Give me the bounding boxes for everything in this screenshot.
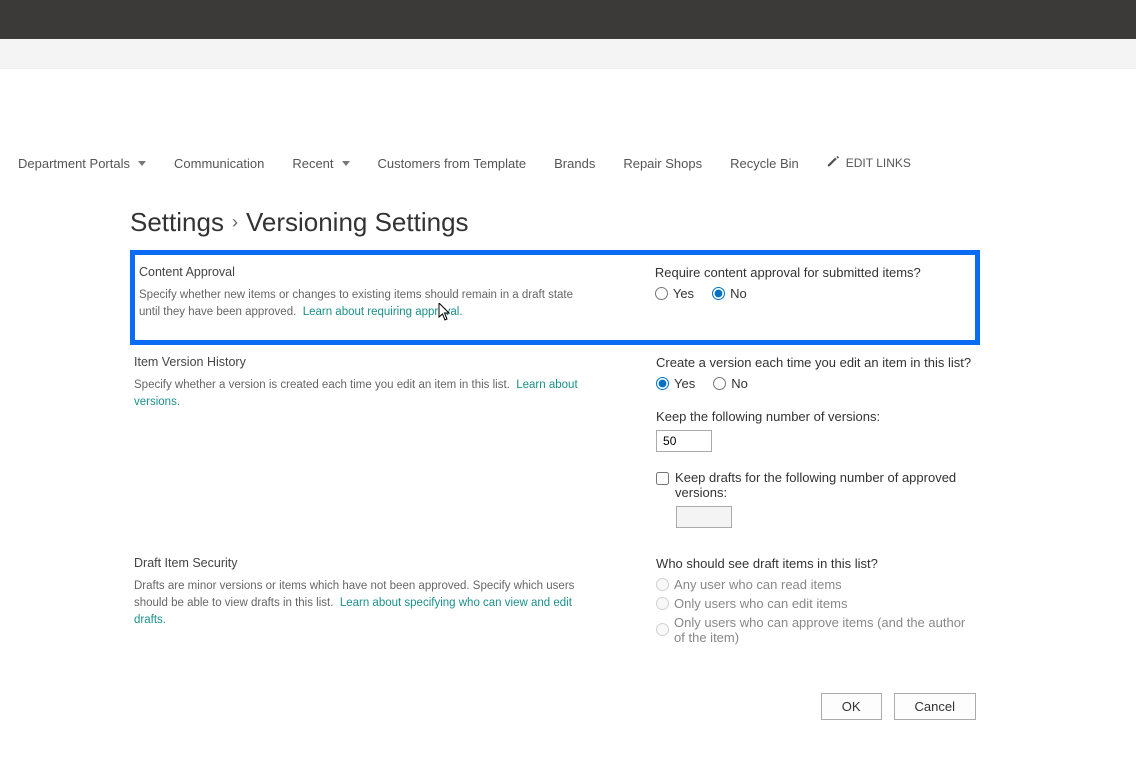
- settings-sections: Content Approval Specify whether new ite…: [130, 250, 980, 720]
- breadcrumb-root[interactable]: Settings: [130, 207, 224, 238]
- content-area: Settings › Versioning Settings Content A…: [0, 177, 1136, 740]
- draft-opt1-radio[interactable]: Any user who can read items: [656, 577, 976, 592]
- draft-question: Who should see draft items in this list?: [656, 556, 976, 571]
- keep-drafts-input: [676, 506, 732, 528]
- section-title: Item Version History: [134, 355, 589, 369]
- page-title: Versioning Settings: [246, 207, 469, 238]
- edit-links-label: EDIT LINKS: [846, 156, 911, 170]
- version-no-radio[interactable]: No: [713, 376, 748, 391]
- draft-opt3-input: [656, 623, 669, 636]
- nav-label: Recycle Bin: [730, 156, 799, 171]
- keep-versions-block: Keep the following number of versions:: [656, 409, 976, 452]
- draft-opt1-input: [656, 578, 669, 591]
- section-version-history: Item Version History Specify whether a v…: [130, 345, 980, 546]
- nav-communication[interactable]: Communication: [174, 156, 264, 171]
- ok-button[interactable]: OK: [821, 693, 882, 720]
- draft-opt2-radio[interactable]: Only users who can edit items: [656, 596, 976, 611]
- suite-bar: [0, 0, 1136, 39]
- breadcrumb: Settings › Versioning Settings: [130, 207, 1118, 238]
- nav-label: Recent: [292, 156, 333, 171]
- approval-yes-radio[interactable]: Yes: [655, 286, 694, 301]
- nav-label: Customers from Template: [378, 156, 527, 171]
- ribbon-area: [0, 39, 1136, 69]
- nav-brands[interactable]: Brands: [554, 156, 595, 171]
- chevron-down-icon: [138, 161, 146, 166]
- section-title: Draft Item Security: [134, 556, 589, 570]
- keep-versions-input[interactable]: [656, 430, 712, 452]
- section-left: Content Approval Specify whether new ite…: [139, 265, 588, 322]
- section-right: Require content approval for submitted i…: [655, 265, 971, 322]
- section-description: Specify whether a version is created eac…: [134, 377, 589, 412]
- nav-label: Department Portals: [18, 156, 130, 171]
- draft-radio-group: Any user who can read items Only users w…: [656, 577, 976, 645]
- cancel-button[interactable]: Cancel: [894, 693, 976, 720]
- section-left: Item Version History Specify whether a v…: [134, 355, 589, 528]
- nav-department-portals[interactable]: Department Portals: [18, 156, 146, 171]
- version-no-input[interactable]: [713, 377, 726, 390]
- approval-radio-group: Yes No: [655, 286, 971, 301]
- draft-opt3-radio[interactable]: Only users who can approve items (and th…: [656, 615, 976, 645]
- section-description: Specify whether new items or changes to …: [139, 287, 588, 322]
- breadcrumb-separator: ›: [232, 212, 238, 233]
- section-right: Who should see draft items in this list?…: [656, 556, 976, 645]
- top-nav: Department Portals Communication Recent …: [0, 149, 1136, 177]
- edit-links-button[interactable]: EDIT LINKS: [827, 155, 911, 171]
- nav-repair-shops[interactable]: Repair Shops: [623, 156, 702, 171]
- keep-versions-label: Keep the following number of versions:: [656, 409, 976, 424]
- keep-drafts-checkbox-row: Keep drafts for the following number of …: [656, 470, 976, 500]
- approval-yes-input[interactable]: [655, 287, 668, 300]
- header-spacer: [0, 69, 1136, 149]
- section-content-approval: Content Approval Specify whether new ite…: [130, 250, 980, 345]
- nav-label: Communication: [174, 156, 264, 171]
- keep-drafts-block: Keep drafts for the following number of …: [656, 470, 976, 528]
- version-yes-input[interactable]: [656, 377, 669, 390]
- nav-recycle-bin[interactable]: Recycle Bin: [730, 156, 799, 171]
- section-title: Content Approval: [139, 265, 588, 279]
- draft-opt2-input: [656, 597, 669, 610]
- button-row: OK Cancel: [130, 693, 980, 720]
- section-left: Draft Item Security Drafts are minor ver…: [134, 556, 589, 645]
- learn-approval-link[interactable]: Learn about requiring approval.: [303, 306, 463, 318]
- approval-question: Require content approval for submitted i…: [655, 265, 971, 280]
- version-radio-group: Yes No: [656, 376, 976, 391]
- nav-recent[interactable]: Recent: [292, 156, 349, 171]
- nav-label: Repair Shops: [623, 156, 702, 171]
- chevron-down-icon: [342, 161, 350, 166]
- approval-no-input[interactable]: [712, 287, 725, 300]
- keep-drafts-label: Keep drafts for the following number of …: [675, 470, 976, 500]
- pencil-icon: [827, 155, 840, 171]
- section-description: Drafts are minor versions or items which…: [134, 578, 589, 630]
- keep-drafts-checkbox[interactable]: [656, 472, 669, 485]
- version-yes-radio[interactable]: Yes: [656, 376, 695, 391]
- approval-no-radio[interactable]: No: [712, 286, 747, 301]
- nav-label: Brands: [554, 156, 595, 171]
- section-draft-security: Draft Item Security Drafts are minor ver…: [130, 546, 980, 663]
- nav-customers-template[interactable]: Customers from Template: [378, 156, 527, 171]
- version-question: Create a version each time you edit an i…: [656, 355, 976, 370]
- section-right: Create a version each time you edit an i…: [656, 355, 976, 528]
